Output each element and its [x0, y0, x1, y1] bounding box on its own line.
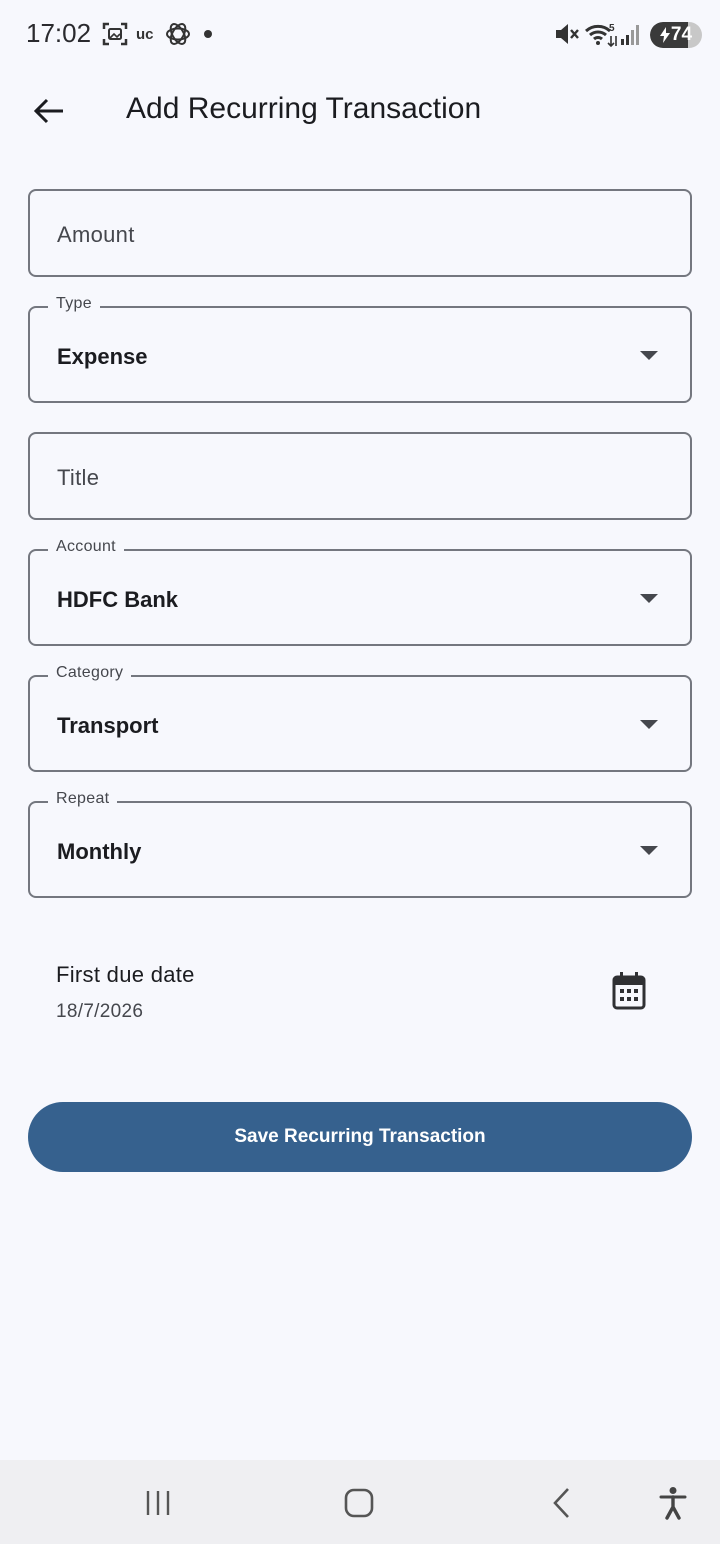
screen: 17:02 uc 5 74 Add Recurring Transaction … — [0, 0, 720, 1544]
title-placeholder: Title — [57, 465, 100, 490]
page-title: Add Recurring Transaction — [126, 92, 482, 125]
repeat-dropdown[interactable]: Repeat Monthly — [28, 790, 692, 898]
recent-apps-icon — [146, 1491, 170, 1515]
repeat-label: Repeat — [48, 790, 118, 808]
signal-icon — [620, 20, 642, 48]
calendar-icon — [612, 972, 646, 1010]
account-dropdown[interactable]: Account HDFC Bank — [28, 538, 692, 646]
account-value: HDFC Bank — [57, 587, 179, 612]
screenshot-icon — [102, 20, 128, 48]
battery-icon: 74 — [650, 22, 702, 48]
chevron-down-icon — [640, 846, 658, 855]
chevron-down-icon — [640, 351, 658, 360]
arrow-back-icon — [33, 98, 63, 124]
type-dropdown[interactable]: Type Expense — [28, 295, 692, 403]
account-label: Account — [48, 538, 124, 556]
openai-icon — [164, 20, 192, 48]
back-button[interactable] — [24, 88, 74, 134]
status-time: 17:02 — [26, 18, 92, 48]
category-value: Transport — [57, 713, 159, 738]
system-back-button[interactable] — [536, 1478, 586, 1528]
accessibility-icon — [659, 1487, 687, 1520]
home-icon — [344, 1488, 374, 1518]
chevron-down-icon — [640, 720, 658, 729]
back-icon — [553, 1488, 569, 1518]
category-label: Category — [48, 664, 132, 682]
type-label: Type — [48, 295, 100, 313]
recent-apps-button[interactable] — [133, 1478, 183, 1528]
status-bar: 17:02 uc 5 74 — [0, 0, 720, 70]
mute-icon — [553, 20, 581, 48]
repeat-value: Monthly — [57, 839, 142, 864]
charging-bolt-icon — [659, 27, 670, 43]
system-nav-bar — [0, 1460, 720, 1544]
amount-input[interactable]: Amount — [28, 189, 692, 277]
type-value: Expense — [57, 344, 148, 369]
first-due-date-value: 18/7/2026 — [56, 1001, 144, 1022]
home-button[interactable] — [334, 1478, 384, 1528]
battery-percent: 74 — [670, 24, 693, 45]
uc-browser-icon: uc — [136, 25, 154, 43]
wifi-band-label: 5 — [609, 23, 615, 34]
date-picker-button[interactable] — [604, 966, 654, 1016]
amount-placeholder: Amount — [57, 222, 135, 247]
category-dropdown[interactable]: Category Transport — [28, 664, 692, 772]
wifi-icon: 5 — [584, 20, 618, 48]
accessibility-button[interactable] — [648, 1478, 698, 1528]
title-input[interactable]: Title — [28, 432, 692, 520]
save-recurring-transaction-button[interactable]: Save Recurring Transaction — [28, 1102, 692, 1172]
chevron-down-icon — [640, 594, 658, 603]
first-due-date-label: First due date — [56, 962, 195, 987]
notification-dot-icon — [204, 20, 212, 48]
